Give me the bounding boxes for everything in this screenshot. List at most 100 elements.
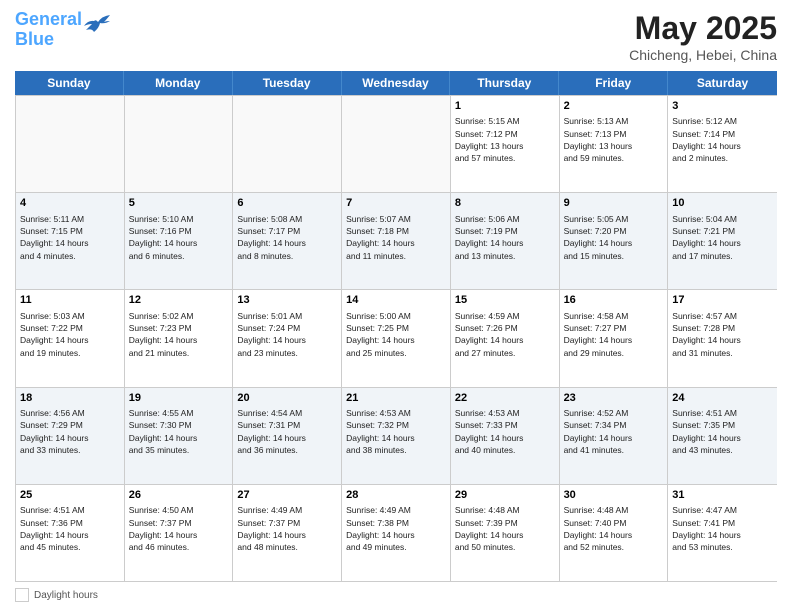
day-info: Sunrise: 5:01 AMSunset: 7:24 PMDaylight:… (237, 310, 337, 359)
cal-cell-day-29: 29Sunrise: 4:48 AMSunset: 7:39 PMDayligh… (451, 485, 560, 581)
logo-bird-icon (84, 14, 112, 36)
header: GeneralBlue May 2025 Chicheng, Hebei, Ch… (15, 10, 777, 63)
calendar-row-0: 1Sunrise: 5:15 AMSunset: 7:12 PMDaylight… (16, 95, 777, 192)
day-number: 9 (564, 196, 664, 211)
cal-cell-empty (342, 96, 451, 192)
cal-cell-day-31: 31Sunrise: 4:47 AMSunset: 7:41 PMDayligh… (668, 485, 777, 581)
logo-text: GeneralBlue (15, 10, 82, 50)
day-info: Sunrise: 5:15 AMSunset: 7:12 PMDaylight:… (455, 115, 555, 164)
logo: GeneralBlue (15, 10, 112, 50)
cal-cell-day-11: 11 Sunrise: 5:03 AMSunset: 7:22 PMDayligh… (16, 290, 125, 386)
cal-cell-day-13: 13 Sunrise: 5:01 AMSunset: 7:24 PMDayligh… (233, 290, 342, 386)
day-info: Sunrise: 4:51 AMSunset: 7:35 PMDaylight:… (672, 407, 773, 456)
cal-cell-empty (125, 96, 234, 192)
day-info: Sunrise: 4:58 AMSunset: 7:27 PMDaylight:… (564, 310, 664, 359)
cal-cell-day-2: 2Sunrise: 5:13 AMSunset: 7:13 PMDaylight… (560, 96, 669, 192)
day-info: Sunrise: 5:11 AMSunset: 7:15 PMDaylight:… (20, 213, 120, 262)
day-info: Sunrise: 5:06 AMSunset: 7:19 PMDaylight:… (455, 213, 555, 262)
calendar: SundayMondayTuesdayWednesdayThursdayFrid… (15, 71, 777, 582)
cal-cell-day-23: 23Sunrise: 4:52 AMSunset: 7:34 PMDayligh… (560, 388, 669, 484)
cal-cell-day-16: 16 Sunrise: 4:58 AMSunset: 7:27 PMDayligh… (560, 290, 669, 386)
day-info: Sunrise: 4:49 AMSunset: 7:37 PMDaylight:… (237, 504, 337, 553)
cal-cell-day-30: 30Sunrise: 4:48 AMSunset: 7:40 PMDayligh… (560, 485, 669, 581)
day-number: 19 (129, 391, 229, 406)
day-number: 4 (20, 196, 120, 211)
day-number: 11 (20, 293, 120, 308)
day-number: 28 (346, 488, 446, 503)
cal-cell-day-25: 25Sunrise: 4:51 AMSunset: 7:36 PMDayligh… (16, 485, 125, 581)
cal-cell-day-6: 6 Sunrise: 5:08 AMSunset: 7:17 PMDaylight… (233, 193, 342, 289)
day-info: Sunrise: 4:48 AMSunset: 7:39 PMDaylight:… (455, 504, 555, 553)
cal-cell-day-18: 18Sunrise: 4:56 AMSunset: 7:29 PMDayligh… (16, 388, 125, 484)
day-info: Sunrise: 4:48 AMSunset: 7:40 PMDaylight:… (564, 504, 664, 553)
cal-cell-day-26: 26Sunrise: 4:50 AMSunset: 7:37 PMDayligh… (125, 485, 234, 581)
day-number: 13 (237, 293, 337, 308)
day-info: Sunrise: 5:07 AMSunset: 7:18 PMDaylight:… (346, 213, 446, 262)
weekday-header-monday: Monday (124, 71, 233, 95)
day-info: Sunrise: 4:49 AMSunset: 7:38 PMDaylight:… (346, 504, 446, 553)
cal-cell-day-21: 21Sunrise: 4:53 AMSunset: 7:32 PMDayligh… (342, 388, 451, 484)
day-number: 15 (455, 293, 555, 308)
day-number: 27 (237, 488, 337, 503)
month-year: May 2025 (629, 10, 777, 47)
calendar-body: 1Sunrise: 5:15 AMSunset: 7:12 PMDaylight… (15, 95, 777, 582)
day-info: Sunrise: 5:13 AMSunset: 7:13 PMDaylight:… (564, 115, 664, 164)
location: Chicheng, Hebei, China (629, 47, 777, 63)
cal-cell-day-20: 20Sunrise: 4:54 AMSunset: 7:31 PMDayligh… (233, 388, 342, 484)
daylight-box (15, 588, 29, 602)
day-info: Sunrise: 5:08 AMSunset: 7:17 PMDaylight:… (237, 213, 337, 262)
cal-cell-day-10: 10Sunrise: 5:04 AMSunset: 7:21 PMDayligh… (668, 193, 777, 289)
footer: Daylight hours (15, 588, 777, 602)
weekday-header-thursday: Thursday (450, 71, 559, 95)
day-info: Sunrise: 4:50 AMSunset: 7:37 PMDaylight:… (129, 504, 229, 553)
day-info: Sunrise: 5:12 AMSunset: 7:14 PMDaylight:… (672, 115, 773, 164)
day-info: Sunrise: 4:54 AMSunset: 7:31 PMDaylight:… (237, 407, 337, 456)
day-number: 18 (20, 391, 120, 406)
day-number: 20 (237, 391, 337, 406)
day-info: Sunrise: 5:03 AMSunset: 7:22 PMDaylight:… (20, 310, 120, 359)
day-info: Sunrise: 4:59 AMSunset: 7:26 PMDaylight:… (455, 310, 555, 359)
day-info: Sunrise: 4:55 AMSunset: 7:30 PMDaylight:… (129, 407, 229, 456)
cal-cell-day-3: 3Sunrise: 5:12 AMSunset: 7:14 PMDaylight… (668, 96, 777, 192)
day-info: Sunrise: 4:53 AMSunset: 7:33 PMDaylight:… (455, 407, 555, 456)
day-number: 21 (346, 391, 446, 406)
cal-cell-day-17: 17Sunrise: 4:57 AMSunset: 7:28 PMDayligh… (668, 290, 777, 386)
cal-cell-day-22: 22Sunrise: 4:53 AMSunset: 7:33 PMDayligh… (451, 388, 560, 484)
day-number: 6 (237, 196, 337, 211)
day-number: 12 (129, 293, 229, 308)
calendar-row-2: 11 Sunrise: 5:03 AMSunset: 7:22 PMDayligh… (16, 289, 777, 386)
calendar-row-3: 18Sunrise: 4:56 AMSunset: 7:29 PMDayligh… (16, 387, 777, 484)
day-number: 1 (455, 99, 555, 114)
cal-cell-empty (16, 96, 125, 192)
weekday-header-sunday: Sunday (15, 71, 124, 95)
cal-cell-day-15: 15 Sunrise: 4:59 AMSunset: 7:26 PMDayligh… (451, 290, 560, 386)
cal-cell-day-1: 1Sunrise: 5:15 AMSunset: 7:12 PMDaylight… (451, 96, 560, 192)
day-number: 29 (455, 488, 555, 503)
day-number: 26 (129, 488, 229, 503)
day-number: 14 (346, 293, 446, 308)
cal-cell-day-7: 7 Sunrise: 5:07 AMSunset: 7:18 PMDaylight… (342, 193, 451, 289)
day-number: 23 (564, 391, 664, 406)
cal-cell-day-8: 8Sunrise: 5:06 AMSunset: 7:19 PMDaylight… (451, 193, 560, 289)
cal-cell-day-9: 9Sunrise: 5:05 AMSunset: 7:20 PMDaylight… (560, 193, 669, 289)
calendar-row-4: 25Sunrise: 4:51 AMSunset: 7:36 PMDayligh… (16, 484, 777, 581)
weekday-header-friday: Friday (559, 71, 668, 95)
cal-cell-day-12: 12Sunrise: 5:02 AMSunset: 7:23 PMDayligh… (125, 290, 234, 386)
day-number: 5 (129, 196, 229, 211)
day-number: 7 (346, 196, 446, 211)
day-info: Sunrise: 5:10 AMSunset: 7:16 PMDaylight:… (129, 213, 229, 262)
weekday-header-wednesday: Wednesday (342, 71, 451, 95)
day-info: Sunrise: 4:57 AMSunset: 7:28 PMDaylight:… (672, 310, 773, 359)
day-info: Sunrise: 4:51 AMSunset: 7:36 PMDaylight:… (20, 504, 120, 553)
weekday-header-tuesday: Tuesday (233, 71, 342, 95)
cal-cell-day-27: 27Sunrise: 4:49 AMSunset: 7:37 PMDayligh… (233, 485, 342, 581)
day-info: Sunrise: 5:00 AMSunset: 7:25 PMDaylight:… (346, 310, 446, 359)
cal-cell-day-14: 14 Sunrise: 5:00 AMSunset: 7:25 PMDayligh… (342, 290, 451, 386)
day-number: 3 (672, 99, 773, 114)
day-info: Sunrise: 4:53 AMSunset: 7:32 PMDaylight:… (346, 407, 446, 456)
day-number: 31 (672, 488, 773, 503)
day-number: 22 (455, 391, 555, 406)
day-number: 24 (672, 391, 773, 406)
day-number: 16 (564, 293, 664, 308)
cal-cell-day-28: 28Sunrise: 4:49 AMSunset: 7:38 PMDayligh… (342, 485, 451, 581)
